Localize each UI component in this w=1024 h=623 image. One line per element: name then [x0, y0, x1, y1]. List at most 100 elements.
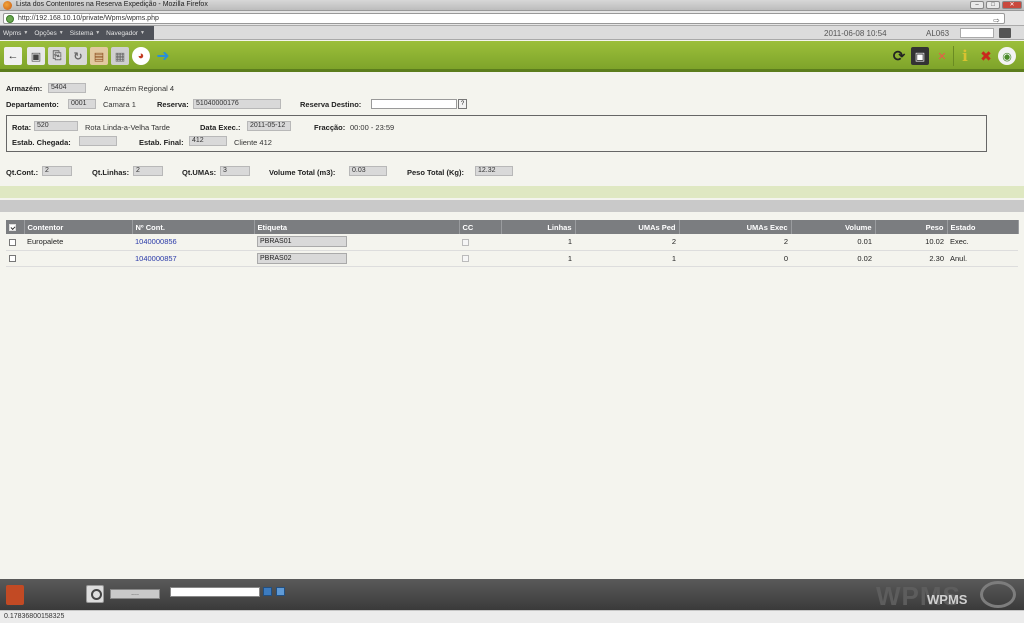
box-icon[interactable]: ▦	[111, 47, 129, 65]
col-peso[interactable]: Peso	[875, 220, 948, 234]
col-umas-exec[interactable]: UMAs Exec	[679, 220, 792, 234]
col-etiqueta[interactable]: Etiqueta	[254, 220, 460, 234]
select-all-checkbox[interactable]	[9, 224, 16, 232]
menu-sistema[interactable]: Sistema ▼	[70, 30, 100, 37]
exit-icon[interactable]: ◉	[998, 47, 1016, 65]
etiqueta-cell: PBRAS02	[254, 250, 459, 267]
qt-umas-field: 3	[220, 166, 250, 176]
volume-total-label: Volume Total (m3):	[269, 168, 336, 177]
fraccao-value: 00:00 - 23:59	[350, 123, 395, 132]
umas-exec-cell: 0	[679, 250, 791, 267]
cc-checkbox	[462, 238, 469, 246]
url-field[interactable]: http://192.168.10.10/private/Wpms/wpms.p…	[3, 13, 1005, 25]
execute-icon[interactable]	[276, 587, 285, 596]
reload-doc-icon[interactable]: ↻	[69, 47, 87, 65]
armazem-label: Armazém:	[6, 84, 43, 93]
chevron-down-icon: ▼	[95, 30, 101, 36]
col-cc[interactable]: CC	[459, 220, 502, 234]
menu-label: Opções	[34, 29, 57, 37]
container-number-link[interactable]: 1040000856	[132, 234, 254, 251]
section-divider-gray	[0, 200, 1024, 212]
data-exec-label: Data Exec.:	[200, 123, 241, 132]
search-icon[interactable]	[86, 585, 104, 603]
volume-cell: 0.01	[791, 234, 875, 251]
cc-cell	[459, 250, 501, 267]
command-input[interactable]	[170, 587, 260, 597]
trash-icon[interactable]	[6, 585, 24, 605]
maximize-button[interactable]: □	[986, 1, 1000, 9]
peso-total-field: 12.32	[475, 166, 513, 176]
col-linhas[interactable]: Linhas	[501, 220, 576, 234]
select-all-cell[interactable]	[6, 220, 25, 234]
chevron-down-icon: ▼	[58, 30, 64, 36]
export-icon[interactable]: ▣	[911, 47, 929, 65]
minimize-button[interactable]: –	[970, 1, 984, 9]
refresh-icon[interactable]: ⟳	[890, 47, 908, 65]
row-checkbox[interactable]	[9, 255, 16, 263]
etiqueta-field: PBRAS01	[257, 236, 347, 248]
more-button[interactable]: ....	[110, 589, 160, 599]
print-icon[interactable]: ▤	[90, 47, 108, 65]
table-header-row: Contentor Nº Cont. Etiqueta CC Linhas UM…	[6, 220, 1019, 234]
contentor-cell: Europalete	[24, 234, 132, 251]
back-arrow-icon[interactable]: ←	[4, 47, 22, 65]
expand-icon[interactable]: ✕	[933, 47, 951, 65]
peso-cell: 10.02	[875, 234, 947, 251]
qt-linhas-field: 2	[133, 166, 163, 176]
menu-navegador[interactable]: Navegador ▼	[106, 30, 145, 37]
col-num-cont[interactable]: Nº Cont.	[132, 220, 255, 234]
etiqueta-cell: PBRAS01	[254, 234, 459, 251]
close-icon[interactable]: ✖	[977, 47, 995, 65]
departamento-code-field: 0001	[68, 99, 96, 109]
confirm-icon[interactable]	[263, 587, 272, 596]
reserva-field: 51040000176	[193, 99, 281, 109]
volume-cell: 0.02	[791, 250, 875, 267]
departamento-label: Departamento:	[6, 100, 59, 109]
menu-opcoes[interactable]: Opções ▼	[34, 30, 63, 37]
col-estado[interactable]: Estado	[947, 220, 1019, 234]
window-titlebar: Lista dos Contentores na Reserva Expediç…	[0, 0, 1024, 11]
umas-exec-cell: 2	[679, 234, 791, 251]
save-icon[interactable]: ▣	[27, 47, 45, 65]
row-checkbox[interactable]	[9, 238, 16, 246]
estab-final-name: Cliente 412	[234, 138, 272, 147]
armazem-name: Armazém Regional 4	[104, 84, 175, 93]
contentor-cell	[24, 250, 132, 267]
peso-cell: 2.30	[875, 250, 947, 267]
estado-cell: Anul.	[947, 250, 1018, 267]
container-number-link[interactable]: 1040000857	[132, 250, 254, 267]
chevron-down-icon: ▼	[23, 30, 29, 36]
estado-cell: Exec.	[947, 234, 1018, 251]
url-text: http://192.168.10.10/private/Wpms/wpms.p…	[18, 15, 159, 22]
table-row: 1040000857 PBRAS02 1 1 0 0.02 2.30 Anul.	[6, 250, 1018, 267]
current-datetime: 2011-06-08 10:54	[824, 29, 887, 38]
window-title: Lista dos Contentores na Reserva Expediç…	[16, 1, 208, 8]
row-select-cell	[6, 234, 24, 251]
reserva-destino-lookup-button[interactable]: ?	[458, 99, 467, 109]
menu-wpms[interactable]: Wpms ▼	[3, 30, 28, 37]
reserva-label: Reserva:	[157, 100, 189, 109]
departamento-name: Camara 1	[103, 100, 136, 109]
pie-chart-icon[interactable]: ◕	[132, 47, 150, 65]
col-umas-ped[interactable]: UMAs Ped	[575, 220, 680, 234]
window-controls: – □ ✕	[970, 1, 1022, 9]
col-contentor[interactable]: Contentor	[24, 220, 133, 234]
reserva-destino-input[interactable]	[371, 99, 457, 109]
refresh-doc-icon[interactable]: ⎘	[48, 47, 66, 65]
logo-emblem-icon	[980, 581, 1016, 608]
wpms-logo-sub: WPMS	[927, 592, 968, 607]
go-arrow-icon[interactable]: ⇨	[993, 16, 1000, 25]
user-field[interactable]	[960, 28, 994, 38]
estab-chegada-field	[79, 136, 117, 146]
qt-linhas-label: Qt.Linhas:	[92, 168, 130, 177]
site-globe-icon	[6, 15, 14, 23]
app-footer: .... WPMS WPMS	[0, 579, 1024, 611]
rota-label: Rota:	[12, 123, 32, 132]
menu-group: Wpms ▼ Opções ▼ Sistema ▼ Navegador ▼	[0, 26, 154, 40]
forward-arrow-icon[interactable]: ➜	[154, 47, 172, 65]
monitor-icon[interactable]	[999, 28, 1011, 38]
main-toolbar: ← ▣ ⎘ ↻ ▤ ▦ ◕ ➜ ⟳ ▣ ✕ i ✖ ◉	[0, 41, 1024, 72]
close-window-button[interactable]: ✕	[1002, 1, 1022, 9]
info-icon[interactable]: i	[956, 47, 974, 65]
col-volume[interactable]: Volume	[791, 220, 876, 234]
